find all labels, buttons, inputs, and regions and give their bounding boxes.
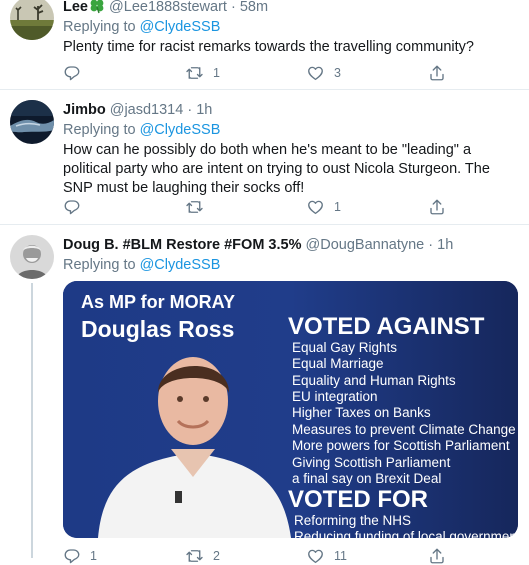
- like-count: 3: [334, 66, 341, 80]
- voted-against-title: VOTED AGAINST: [288, 313, 485, 340]
- like-button[interactable]: 3: [306, 64, 341, 82]
- reply-button[interactable]: [63, 64, 81, 82]
- voted-against-item: Higher Taxes on Banks: [292, 405, 431, 420]
- voted-against-item: Giving Scottish Parliament: [292, 455, 451, 470]
- reply-button[interactable]: [63, 198, 81, 216]
- separator: ·: [428, 237, 434, 253]
- voted-for-item: Reducing funding of local government: [294, 529, 518, 538]
- separator: ·: [187, 102, 193, 118]
- handle[interactable]: @Lee1888stewart: [109, 0, 227, 15]
- timestamp[interactable]: 1h: [196, 102, 212, 118]
- retweet-icon: [186, 550, 203, 562]
- replying-to: Replying to @ClydeSSB: [63, 256, 521, 275]
- voted-against-item: More powers for Scottish Parliament: [292, 438, 510, 453]
- tweet-text: How can he possibly do both when he's me…: [63, 142, 490, 196]
- replying-to: Replying to @ClydeSSB: [63, 18, 521, 37]
- media-heading-line1: As MP for MORAY: [81, 292, 235, 312]
- share-icon: [430, 199, 444, 215]
- display-name[interactable]: Jimbo: [63, 102, 106, 118]
- replying-handle-link[interactable]: @ClydeSSB: [140, 122, 221, 138]
- four-leaf-clover-icon: [89, 0, 105, 14]
- tweet-actions: 1 2 11: [63, 547, 463, 565]
- voted-for-title: VOTED FOR: [288, 486, 428, 513]
- reply-icon: [64, 200, 80, 215]
- replying-handle-link[interactable]: @ClydeSSB: [140, 19, 221, 35]
- heart-icon: [308, 200, 323, 215]
- replying-handle-link[interactable]: @ClydeSSB: [140, 257, 221, 273]
- voted-for-item: Reforming the NHS: [294, 513, 411, 528]
- tweet-header: Lee @Lee1888stewart · 58m: [63, 0, 521, 16]
- voted-against-item: Measures to prevent Climate Change: [292, 422, 516, 437]
- avatar-jimbo[interactable]: [10, 100, 54, 144]
- retweet-button[interactable]: 1: [185, 64, 220, 82]
- handle[interactable]: @jasd1314: [110, 102, 184, 118]
- voted-against-item: Equality and Human Rights: [292, 373, 456, 388]
- separator: ·: [230, 0, 236, 15]
- display-name[interactable]: Lee: [63, 0, 88, 15]
- thread-line: [31, 283, 33, 558]
- replying-prefix: Replying to: [63, 257, 136, 273]
- like-count: 11: [334, 549, 347, 563]
- tweet-jimbo[interactable]: Jimbo @jasd1314 · 1h Replying to @ClydeS…: [0, 90, 529, 224]
- campaign-graphic: As MP for MORAY Douglas Ross VOTED AGAIN…: [63, 281, 518, 538]
- share-button[interactable]: [428, 547, 446, 565]
- tweet-text: Plenty time for racist remarks towards t…: [63, 39, 474, 55]
- reply-icon: [64, 66, 80, 81]
- avatar-lee[interactable]: [10, 0, 54, 40]
- display-name[interactable]: Doug B. #BLM Restore #FOM 3.5%: [63, 237, 301, 253]
- retweet-count: 2: [213, 549, 220, 563]
- retweet-button[interactable]: 2: [185, 547, 220, 565]
- like-button[interactable]: 1: [306, 198, 341, 216]
- retweet-icon: [186, 201, 203, 213]
- timestamp[interactable]: 1h: [437, 237, 453, 253]
- replying-prefix: Replying to: [63, 122, 136, 138]
- reply-icon: [64, 549, 80, 564]
- tweet-header: Doug B. #BLM Restore #FOM 3.5% @DougBann…: [63, 236, 521, 254]
- share-icon: [430, 548, 444, 564]
- voted-against-item: Equal Gay Rights: [292, 340, 397, 355]
- retweet-icon: [186, 67, 203, 79]
- reply-button[interactable]: 1: [63, 547, 97, 565]
- replying-prefix: Replying to: [63, 19, 136, 35]
- like-count: 1: [334, 200, 341, 214]
- tweet-actions: 1 3: [63, 64, 463, 82]
- retweet-count: 1: [213, 66, 220, 80]
- like-button[interactable]: 11: [306, 547, 347, 565]
- tweet-actions: 1: [63, 198, 463, 216]
- heart-icon: [308, 66, 323, 81]
- retweet-button[interactable]: [185, 198, 204, 216]
- heart-icon: [308, 549, 323, 564]
- share-icon: [430, 65, 444, 81]
- media-heading-line2: Douglas Ross: [81, 316, 234, 342]
- avatar-doug[interactable]: [10, 235, 54, 279]
- tweet-media-image[interactable]: As MP for MORAY Douglas Ross VOTED AGAIN…: [63, 281, 518, 538]
- timestamp[interactable]: 58m: [240, 0, 268, 15]
- voted-against-item: EU integration: [292, 389, 378, 404]
- tweet-header: Jimbo @jasd1314 · 1h: [63, 101, 521, 119]
- share-button[interactable]: [428, 64, 446, 82]
- reply-count: 1: [90, 549, 97, 563]
- tweet-lee[interactable]: Lee @Lee1888stewart · 58m Replying to @C…: [0, 0, 529, 89]
- voted-against-item: Equal Marriage: [292, 356, 384, 371]
- voted-against-item: a final say on Brexit Deal: [292, 471, 441, 486]
- handle[interactable]: @DougBannatyne: [306, 237, 425, 253]
- replying-to: Replying to @ClydeSSB: [63, 121, 521, 140]
- share-button[interactable]: [428, 198, 446, 216]
